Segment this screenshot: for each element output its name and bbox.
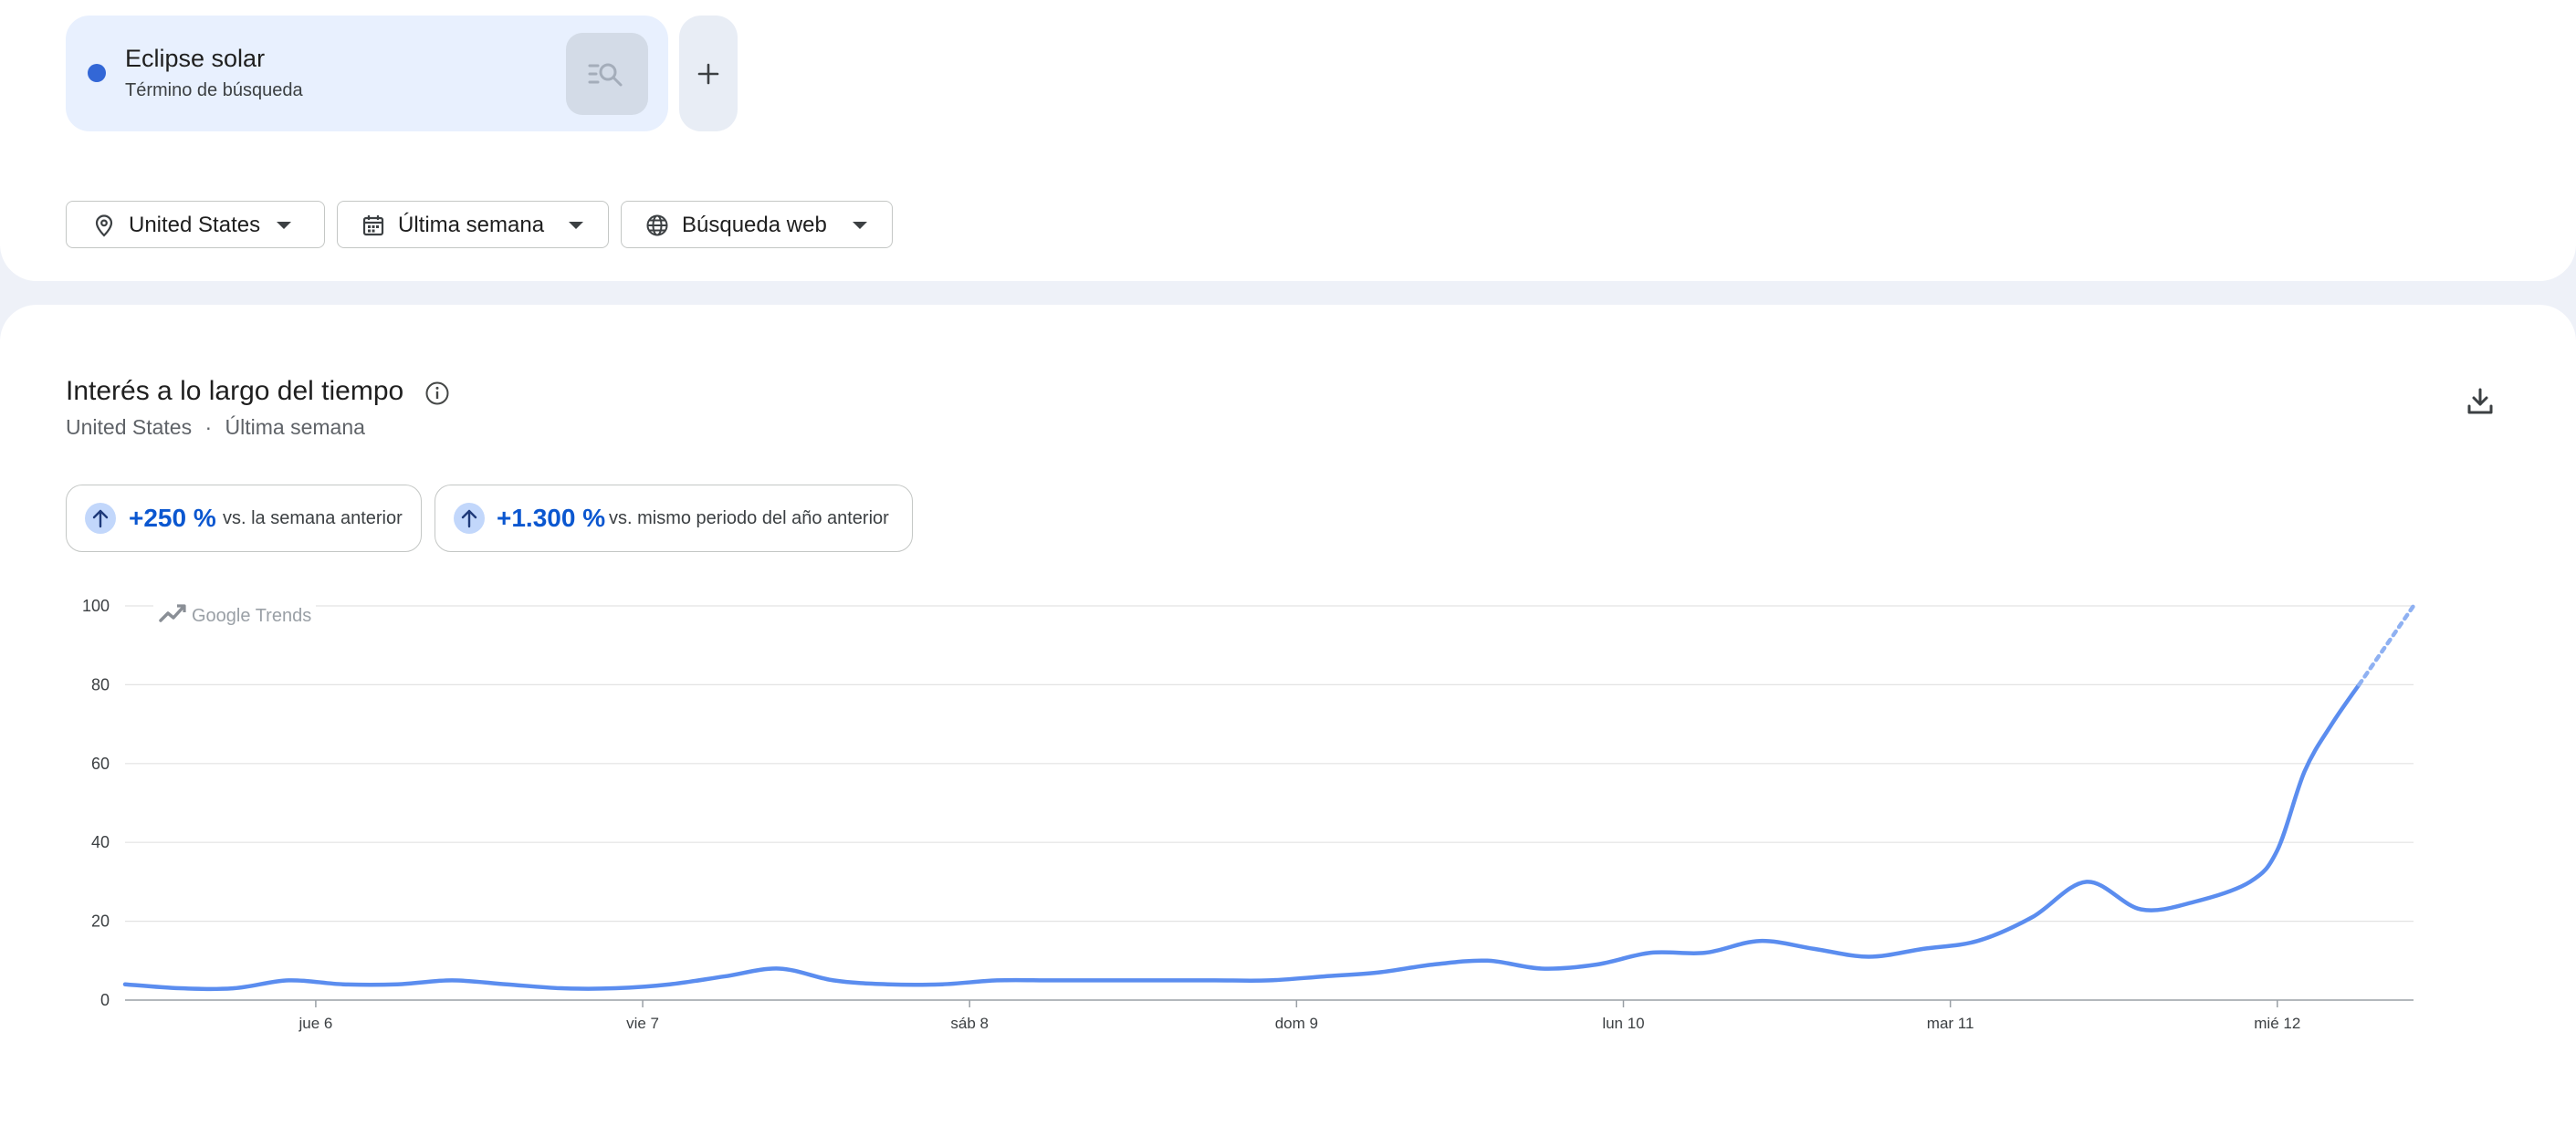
x-tick-label: sáb 8 — [950, 1015, 989, 1032]
stat-week-label: vs. la semana anterior — [223, 508, 403, 528]
chevron-down-icon — [277, 222, 291, 229]
add-comparison-button[interactable] — [679, 16, 738, 131]
search-type-filter-label: Búsqueda web — [682, 213, 827, 237]
search-term-name: Eclipse solar — [125, 45, 266, 72]
watermark-text: Google Trends — [192, 606, 311, 626]
x-tick-label: lun 10 — [1602, 1015, 1644, 1032]
section-title: Interés a lo largo del tiempo — [66, 376, 404, 406]
x-tick-label: vie 7 — [626, 1015, 659, 1032]
y-tick-label: 100 — [82, 597, 110, 615]
arrow-up-icon — [454, 503, 485, 534]
stat-chip-week: +250 % vs. la semana anterior — [66, 485, 422, 552]
search-options-button[interactable] — [566, 33, 648, 115]
globe-icon — [646, 214, 668, 236]
x-tick-label: mié 12 — [2254, 1015, 2300, 1032]
series-lines — [122, 603, 2416, 992]
location-pin-icon — [95, 214, 113, 237]
search-term-type: Término de búsqueda — [125, 80, 303, 100]
subtitle-period: Última semana — [225, 415, 365, 439]
stat-year-value: +1.300 % — [497, 504, 606, 532]
y-tick-label: 40 — [91, 833, 110, 851]
stat-week-value: +250 % — [129, 504, 216, 532]
watermark: Google Trends — [153, 599, 316, 630]
series-line-0 — [122, 683, 2361, 992]
chart-grid — [125, 605, 2414, 1001]
search-term-chip[interactable]: Eclipse solar Término de búsqueda — [66, 16, 668, 131]
y-axis-ticks: 0 20 40 60 80 100 — [82, 597, 110, 1009]
search-list-icon — [588, 63, 623, 87]
projected-segment-0 — [2357, 603, 2416, 687]
x-tick-label: dom 9 — [1275, 1015, 1318, 1032]
y-tick-label: 0 — [100, 991, 110, 1009]
x-tick-label: jue 6 — [298, 1015, 332, 1032]
stat-year-label: vs. mismo periodo del año anterior — [609, 508, 889, 528]
plus-icon — [697, 63, 719, 84]
subtitle-region: United States — [66, 415, 193, 439]
subtitle-separator: · — [204, 415, 213, 439]
y-tick-label: 20 — [91, 912, 110, 931]
stat-chip-year: +1.300 % vs. mismo periodo del año anter… — [435, 485, 913, 552]
interest-over-time-chart: Google Trends 0 20 40 60 80 100 jue 6 vie 7 sáb… — [82, 597, 2416, 1032]
arrow-up-icon — [85, 503, 116, 534]
download-icon[interactable] — [2465, 386, 2496, 417]
location-filter[interactable]: United States — [66, 201, 325, 248]
section-subtitle: United States · Última semana — [66, 415, 365, 440]
y-tick-label: 60 — [91, 755, 110, 773]
x-tick-label: mar 11 — [1927, 1015, 1974, 1032]
series-color-dot — [88, 64, 106, 82]
time-range-filter[interactable]: Última semana — [337, 201, 609, 248]
location-filter-label: United States — [129, 213, 261, 237]
x-axis-ticks: jue 6 vie 7 sáb 8 dom 9 lun 10 mar 11 mié 12 — [298, 1000, 2300, 1032]
search-type-filter[interactable]: Búsqueda web — [621, 201, 893, 248]
time-range-filter-label: Última semana — [398, 213, 545, 237]
chevron-down-icon — [853, 222, 867, 229]
chevron-down-icon — [569, 222, 583, 229]
calendar-icon — [362, 215, 384, 236]
y-tick-label: 80 — [91, 675, 110, 693]
info-icon[interactable] — [424, 381, 450, 406]
